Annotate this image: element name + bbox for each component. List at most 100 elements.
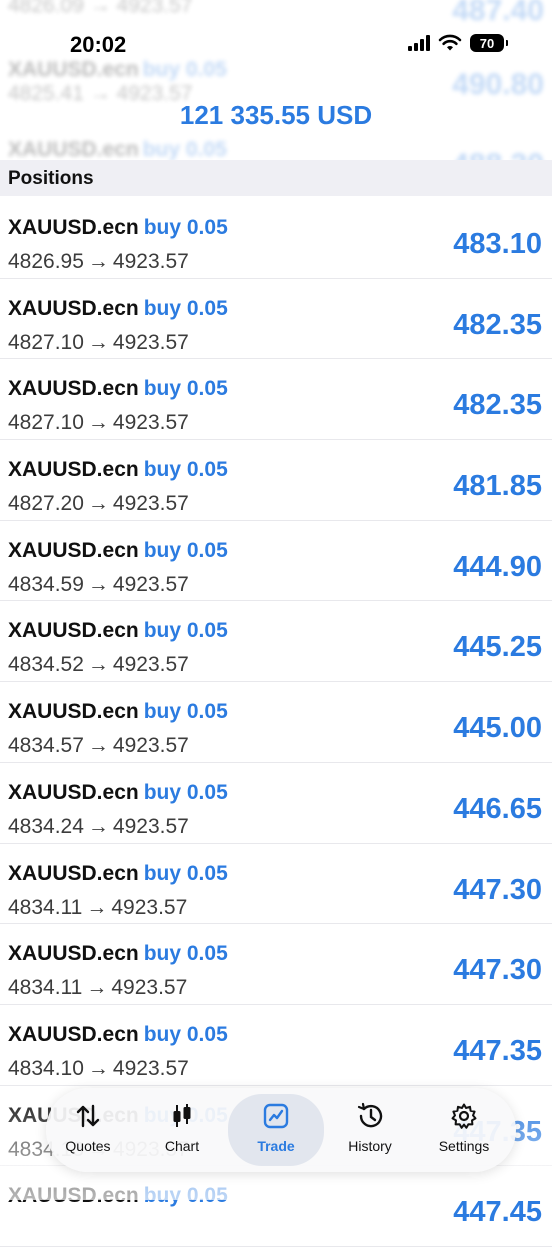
current-price: 4923.57	[112, 250, 189, 273]
position-row[interactable]: XAUUSD.ecn buy 0.05 4827.10 → 4923.57 482.35	[0, 279, 552, 360]
position-title: XAUUSD.ecnbuy 0.05	[8, 862, 228, 886]
position-title: XAUUSD.ecnbuy 0.05	[8, 942, 228, 966]
position-profit: 447.30	[453, 954, 542, 987]
position-symbol: XAUUSD.ecn	[8, 538, 139, 562]
position-side-volume: buy 0.05	[143, 700, 228, 724]
position-title: XAUUSD.ecnbuy 0.05	[8, 700, 228, 724]
current-price: 4923.57	[111, 976, 188, 1000]
position-title: XAUUSD.ecnbuy 0.05	[8, 377, 228, 401]
arrow-right-icon: →	[87, 330, 109, 354]
tab-quotes[interactable]: Quotes	[40, 1094, 136, 1166]
current-price: 4923.57	[112, 1056, 189, 1080]
position-row[interactable]: XAUUSD.ecn buy 0.05 4834.52 → 4923.57 445.25	[0, 601, 552, 683]
tab-history[interactable]: History	[322, 1094, 418, 1166]
position-prices: 4827.10 → 4923.57	[8, 411, 189, 435]
arrow-right-icon: →	[87, 492, 109, 516]
gear-icon	[451, 1103, 477, 1129]
arrow-right-icon: →	[86, 895, 108, 919]
tab-chart[interactable]: Chart	[134, 1094, 230, 1166]
tab-trade[interactable]: Trade	[228, 1094, 324, 1166]
position-prices: 4834.52 → 4923.57	[8, 653, 189, 677]
position-row[interactable]: XAUUSD.ecn buy 0.05 4834.10 → 4923.57 447.35	[0, 1005, 552, 1086]
arrow-right-icon: →	[87, 814, 109, 838]
position-prices	[8, 1218, 16, 1242]
position-profit: 444.90	[453, 550, 542, 583]
position-symbol: XAUUSD.ecn	[8, 942, 139, 966]
position-side-volume: buy 0.05	[143, 377, 228, 401]
status-time: 20:02	[70, 32, 127, 57]
position-symbol: XAUUSD.ecn	[8, 700, 139, 724]
battery-level: 70	[479, 35, 495, 51]
status-icons: 70	[408, 34, 508, 52]
position-prices: 4834.10 → 4923.57	[8, 1057, 189, 1081]
open-price: 4834.24	[8, 814, 84, 838]
current-price: 4923.57	[111, 895, 188, 919]
position-profit: 445.00	[453, 712, 542, 745]
position-side-volume: buy 0.05	[143, 861, 228, 885]
position-title: XAUUSD.ecnbuy 0.05	[8, 619, 228, 643]
position-prices: 4826.95 → 4923.57	[8, 250, 189, 274]
tab-label: Chart	[164, 1138, 200, 1154]
position-profit: 447.30	[453, 873, 542, 906]
ghost-position-row: XAUUSD.ecnbuy 0.05 488.30	[8, 138, 544, 160]
positions-title: Positions	[8, 168, 94, 189]
position-title: XAUUSD.ecnbuy 0.05	[8, 216, 228, 240]
position-row[interactable]: XAUUSD.ecn buy 0.05 4827.20 → 4923.57 481.85	[0, 440, 552, 521]
open-price: 4834.57	[8, 734, 84, 758]
position-symbol: XAUUSD.ecn	[8, 1022, 139, 1046]
open-price: 4834.11	[8, 976, 83, 1000]
bottom-tab-bar: Quotes Chart Trade History Settings	[46, 1088, 516, 1172]
ghost-symbol: XAUUSD.ecn	[8, 138, 139, 160]
position-row[interactable]: XAUUSD.ecn buy 0.05 4834.24 → 4923.57 446.65	[0, 763, 552, 844]
wifi-icon	[438, 34, 462, 51]
position-side-volume: buy 0.05	[143, 458, 228, 482]
position-side-volume: buy 0.05	[143, 216, 228, 239]
position-prices: 4827.10 → 4923.57	[8, 331, 189, 355]
position-row[interactable]: XAUUSD.ecn buy 0.05 4834.11 → 4923.57 447.30	[0, 844, 552, 925]
arrow-right-icon: →	[87, 1056, 109, 1080]
status-bar: 20:02 70	[0, 0, 552, 70]
position-row[interactable]: XAUUSD.ecn buy 0.05 4834.59 → 4923.57 444.90	[0, 521, 552, 602]
open-price: 4827.20	[8, 492, 84, 516]
position-side-volume: buy 0.05	[143, 942, 228, 966]
open-price: 4834.11	[8, 895, 83, 919]
arrow-right-icon: →	[87, 653, 109, 677]
position-side-volume: buy 0.05	[143, 1022, 228, 1046]
quotes-arrows-icon	[76, 1104, 100, 1128]
position-prices: 4834.59 → 4923.57	[8, 573, 189, 597]
open-price: 4827.10	[8, 330, 84, 354]
position-row[interactable]: XAUUSD.ecn buy 0.05 4834.57 → 4923.57 445.00	[0, 682, 552, 763]
position-row[interactable]: XAUUSD.ecn buy 0.05 4834.11 → 4923.57 447.30	[0, 924, 552, 1005]
battery-icon: 70	[470, 34, 508, 52]
tab-label: Trade	[257, 1138, 295, 1154]
position-row[interactable]: XAUUSD.ecn buy 0.05 4827.10 → 4923.57 482.35	[0, 359, 552, 441]
position-symbol: XAUUSD.ecn	[8, 296, 139, 320]
position-profit: 446.65	[453, 792, 542, 825]
history-clock-icon	[357, 1102, 383, 1128]
position-symbol: XAUUSD.ecn	[8, 780, 139, 804]
tab-label: History	[348, 1138, 392, 1154]
candlestick-icon	[173, 1104, 191, 1127]
position-row[interactable]: XAUUSD.ecn buy 0.05 4826.95 → 4923.57 483.10	[0, 198, 552, 279]
positions-section-header: Positions	[0, 160, 552, 196]
position-title: XAUUSD.ecnbuy 0.05	[8, 297, 228, 321]
position-title: XAUUSD.ecnbuy 0.05	[8, 1023, 228, 1047]
position-side-volume: buy 0.05	[143, 538, 228, 562]
current-price: 4923.57	[112, 572, 189, 596]
arrow-right-icon: →	[86, 976, 108, 1000]
current-price: 4923.57	[112, 411, 189, 435]
open-price: 4834.10	[8, 1056, 84, 1080]
arrow-right-icon: →	[87, 411, 109, 435]
position-profit: 447.35	[453, 1034, 542, 1067]
position-symbol: XAUUSD.ecn	[8, 377, 139, 401]
arrow-right-icon: →	[87, 734, 109, 758]
position-title: XAUUSD.ecnbuy 0.05	[8, 458, 228, 482]
current-price: 4923.57	[112, 814, 189, 838]
position-profit: 482.35	[453, 389, 542, 422]
current-price: 4923.57	[112, 330, 189, 354]
account-balance: 121 335.55 USD	[179, 100, 373, 130]
position-profit: 483.10	[453, 228, 542, 260]
trade-chart-icon	[263, 1103, 289, 1129]
position-prices: 4834.24 → 4923.57	[8, 815, 189, 839]
tab-settings[interactable]: Settings	[416, 1094, 512, 1166]
